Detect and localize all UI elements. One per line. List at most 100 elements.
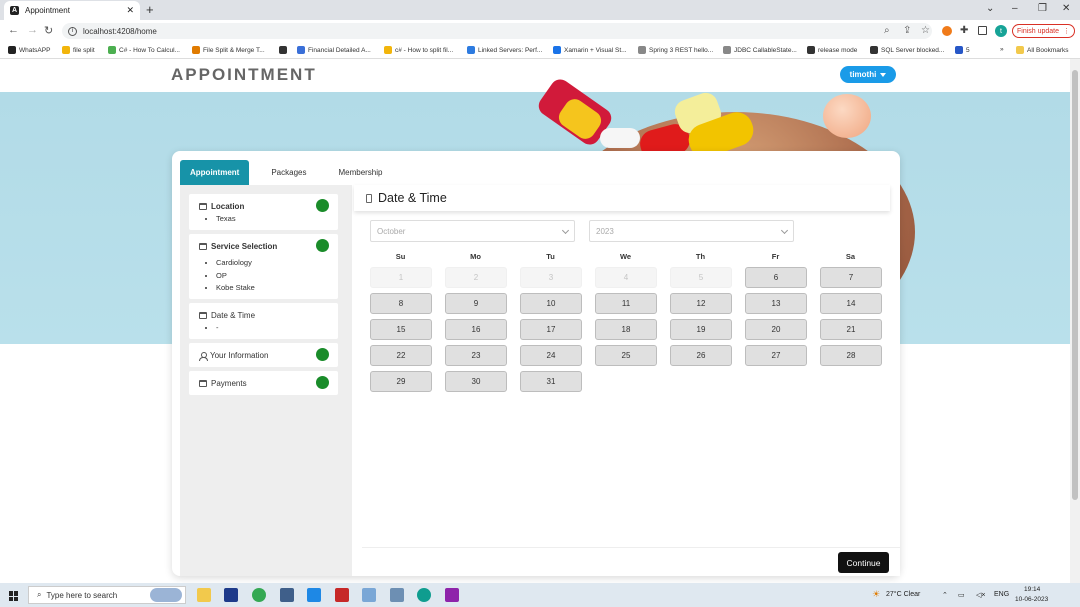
day-cell[interactable]: 20 <box>745 319 807 340</box>
finish-update-button[interactable]: Finish update ⋮ <box>1012 24 1075 38</box>
day-cell[interactable]: 15 <box>370 319 432 340</box>
side-panel-icon[interactable] <box>978 26 987 35</box>
bookmark-item[interactable] <box>279 46 290 54</box>
day-cell[interactable]: 10 <box>520 293 582 314</box>
address-bar[interactable]: i localhost:4208/home <box>62 23 932 39</box>
info-icon[interactable]: i <box>68 26 77 36</box>
caret-down-icon <box>880 72 887 77</box>
clock-time[interactable]: 19:14 <box>1024 586 1040 593</box>
day-cell[interactable]: 28 <box>820 345 882 366</box>
volume-icon[interactable]: ◁× <box>976 591 985 599</box>
restore-icon[interactable]: ❐ <box>1038 3 1047 14</box>
tab-packages[interactable]: Packages <box>261 160 316 185</box>
bookmarks-overflow-icon[interactable]: » <box>1000 46 1004 53</box>
step-label: Payments <box>211 379 247 388</box>
day-cell[interactable]: 22 <box>370 345 432 366</box>
browser-tab-strip <box>0 0 1080 20</box>
close-tab-icon[interactable]: ✕ <box>126 5 134 16</box>
bookmark-item[interactable]: C# - How To Calcul... <box>108 46 180 54</box>
day-cell[interactable]: 24 <box>520 345 582 366</box>
all-bookmarks[interactable]: All Bookmarks <box>1016 46 1069 54</box>
bookmark-item[interactable]: Spring 3 REST hello... <box>638 46 713 54</box>
extensions-puzzle-icon[interactable]: ✚ <box>960 25 968 36</box>
step-date-time[interactable]: Date & Time - <box>189 303 338 339</box>
day-cell[interactable]: 31 <box>520 371 582 392</box>
step-payments[interactable]: Payments <box>189 371 338 395</box>
tab-search-icon[interactable]: ⌄ <box>986 3 994 14</box>
bookmark-item[interactable]: release mode <box>807 46 857 54</box>
language-indicator[interactable]: ENG <box>994 591 1009 598</box>
day-cell[interactable]: 29 <box>370 371 432 392</box>
bookmark-item[interactable]: Linked Servers: Perf... <box>467 46 542 54</box>
day-cell[interactable]: 13 <box>745 293 807 314</box>
forward-icon[interactable]: → <box>27 24 38 36</box>
back-icon[interactable]: ← <box>8 24 19 36</box>
day-cell[interactable]: 7 <box>820 267 882 288</box>
day-cell[interactable]: 6 <box>745 267 807 288</box>
network-icon[interactable]: ▭ <box>958 591 965 599</box>
step-your-information[interactable]: Your Information <box>189 343 338 367</box>
calculator-icon[interactable] <box>390 588 404 602</box>
search-highlight-icon[interactable] <box>150 588 182 602</box>
day-cell[interactable]: 11 <box>595 293 657 314</box>
step-service-selection[interactable]: Service Selection Cardiology OP Kobe Sta… <box>189 234 338 299</box>
minimize-icon[interactable]: – <box>1012 3 1018 14</box>
day-cell[interactable]: 25 <box>595 345 657 366</box>
day-cell[interactable]: 27 <box>745 345 807 366</box>
day-cell[interactable]: 21 <box>820 319 882 340</box>
windows-start-icon[interactable] <box>9 591 19 601</box>
tab-membership[interactable]: Membership <box>328 160 392 185</box>
ssms-icon[interactable] <box>280 588 294 602</box>
day-cell[interactable]: 14 <box>820 293 882 314</box>
app-icon[interactable] <box>445 588 459 602</box>
browser-tab[interactable]: A Appointment ✕ <box>4 1 140 20</box>
share-icon[interactable]: ⇪ <box>903 25 911 36</box>
filezilla-icon[interactable] <box>335 588 349 602</box>
day-cell[interactable]: 26 <box>670 345 732 366</box>
user-menu-button[interactable]: timothi <box>840 66 896 83</box>
bookmark-item[interactable]: SQL Server blocked... <box>870 46 944 54</box>
chevron-up-icon[interactable]: ⌃ <box>942 591 948 599</box>
step-location[interactable]: Location Texas <box>189 194 338 230</box>
zoom-icon[interactable]: ⌕ <box>884 25 890 36</box>
bookmark-favicon-icon <box>638 46 646 54</box>
edge-icon[interactable] <box>417 588 431 602</box>
close-window-icon[interactable]: ✕ <box>1062 3 1070 14</box>
weather-text[interactable]: 27°C Clear <box>886 591 920 598</box>
day-cell[interactable]: 9 <box>445 293 507 314</box>
tab-appointment[interactable]: Appointment <box>180 160 250 185</box>
day-cell[interactable]: 12 <box>670 293 732 314</box>
bookmark-star-icon[interactable]: ☆ <box>921 25 930 36</box>
file-explorer-icon[interactable] <box>197 588 211 602</box>
day-cell[interactable]: 23 <box>445 345 507 366</box>
panel-header: Date & Time <box>354 185 890 211</box>
bookmark-item[interactable]: file split <box>62 46 95 54</box>
list-item: - <box>216 322 219 335</box>
day-cell[interactable]: 16 <box>445 319 507 340</box>
bookmark-item[interactable]: WhatsAPP <box>8 46 50 54</box>
app-icon[interactable] <box>362 588 376 602</box>
bookmark-item[interactable]: JDBC CallableState... <box>723 46 797 54</box>
profile-avatar[interactable]: t <box>995 25 1007 37</box>
vscode-icon[interactable] <box>307 588 321 602</box>
month-select[interactable]: October <box>370 220 575 242</box>
reload-icon[interactable]: ↻ <box>44 24 53 37</box>
day-cell[interactable]: 8 <box>370 293 432 314</box>
scrollbar-thumb[interactable] <box>1072 70 1078 500</box>
bookmark-item[interactable]: File Split & Merge T... <box>192 46 265 54</box>
new-tab-button[interactable]: + <box>146 2 154 17</box>
day-cell[interactable]: 18 <box>595 319 657 340</box>
extension-icon[interactable] <box>942 26 952 36</box>
powershell-icon[interactable] <box>224 588 238 602</box>
bookmark-item[interactable]: Xamarin + Visual St... <box>553 46 627 54</box>
chrome-icon[interactable] <box>252 588 266 602</box>
clock-date[interactable]: 10-06-2023 <box>1015 596 1048 603</box>
bookmark-item[interactable]: 5 <box>955 46 970 54</box>
day-cell[interactable]: 30 <box>445 371 507 392</box>
continue-button[interactable]: Continue <box>838 552 889 573</box>
day-cell[interactable]: 17 <box>520 319 582 340</box>
bookmark-item[interactable]: Financial Detailed A... <box>297 46 371 54</box>
year-select[interactable]: 2023 <box>589 220 794 242</box>
day-cell[interactable]: 19 <box>670 319 732 340</box>
bookmark-item[interactable]: c# - How to split fil... <box>384 46 453 54</box>
